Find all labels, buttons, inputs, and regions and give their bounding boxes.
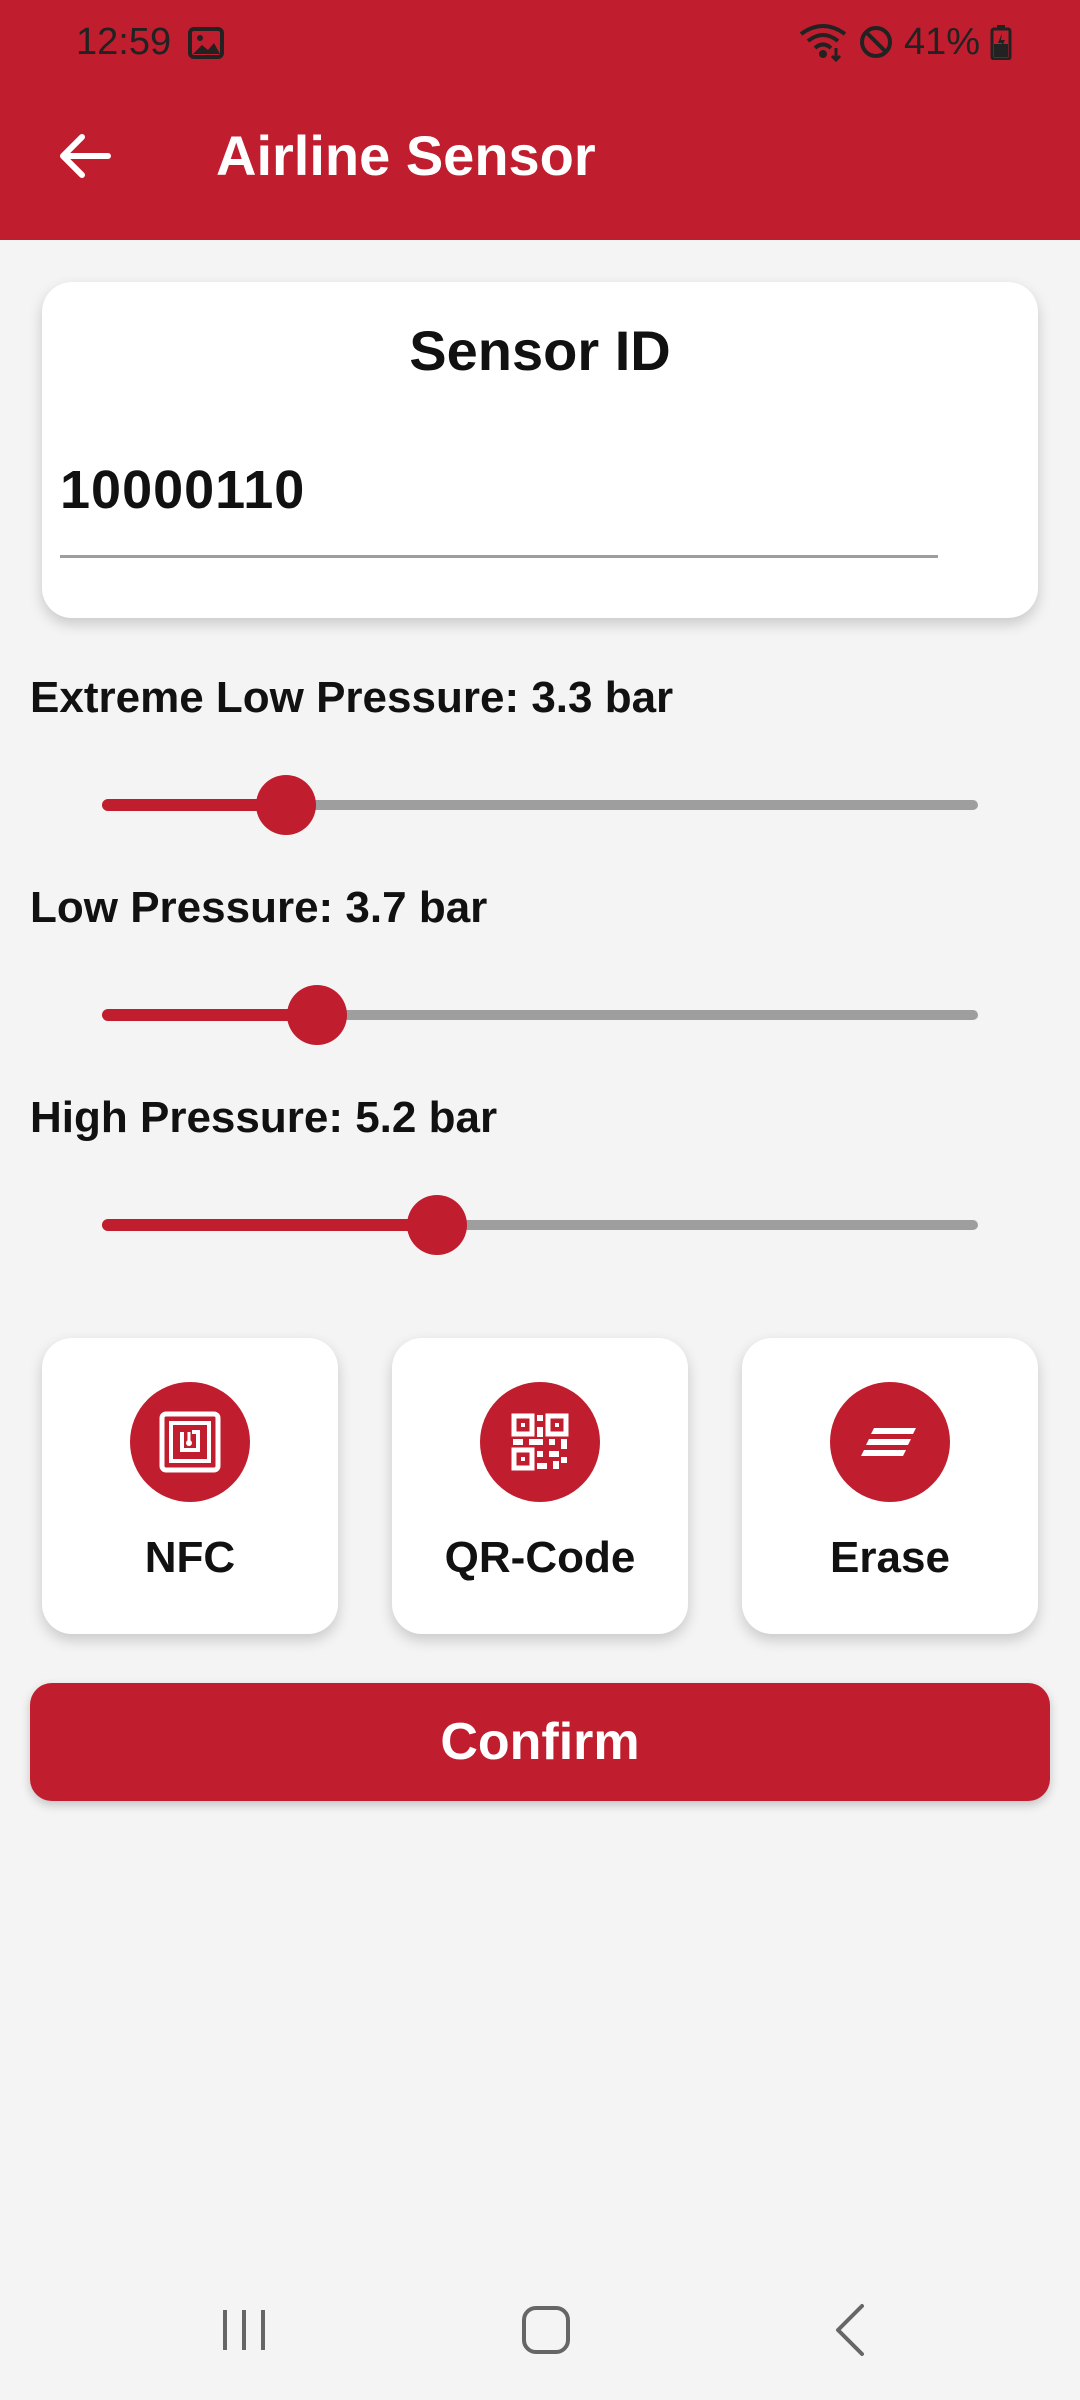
nfc-icon-circle (130, 1382, 250, 1502)
sensor-id-title: Sensor ID (409, 319, 671, 382)
erase-button[interactable]: Erase (742, 1338, 1038, 1634)
home-button[interactable] (496, 2290, 596, 2370)
page-title: Airline Sensor (216, 124, 596, 187)
low-pressure-slider[interactable] (102, 979, 978, 1049)
high-pressure-label: High Pressure: 5.2 bar (30, 1093, 498, 1142)
extreme-low-pressure-label: Extreme Low Pressure: 3.3 bar (30, 673, 674, 722)
status-time: 12:59 (76, 21, 172, 63)
back-icon (836, 2304, 864, 2356)
slider-fill (102, 1009, 317, 1021)
status-bar: 12:59 41% (0, 0, 1080, 86)
qr-code-button[interactable]: QR-Code (392, 1338, 688, 1634)
battery-percent: 41% (903, 21, 980, 63)
erase-icon-circle (830, 1382, 950, 1502)
high-pressure-slider[interactable] (102, 1189, 978, 1259)
nfc-icon (159, 1411, 221, 1473)
recents-icon (223, 2310, 265, 2350)
system-nav-bar (0, 2280, 1080, 2380)
qr-code-icon-circle (480, 1382, 600, 1502)
app-header: 12:59 41% Airline Sensor (0, 0, 1080, 240)
slider-thumb[interactable] (255, 775, 316, 835)
gallery-icon (188, 27, 224, 59)
slider-fill (102, 1219, 437, 1231)
nfc-label: NFC (144, 1533, 236, 1582)
nfc-button[interactable]: NFC (42, 1338, 338, 1634)
back-button[interactable] (50, 124, 120, 188)
low-pressure-label: Low Pressure: 3.7 bar (30, 883, 488, 932)
status-icons: 41% (798, 18, 1012, 66)
erase-icon (861, 1428, 916, 1456)
battery-charging-icon (990, 25, 1012, 60)
home-icon (522, 2306, 570, 2354)
sensor-id-input[interactable] (60, 442, 938, 538)
back-nav-button[interactable] (800, 2290, 900, 2370)
recents-button[interactable] (194, 2290, 294, 2370)
erase-label: Erase (830, 1533, 950, 1582)
qr-code-icon (511, 1413, 569, 1471)
qr-code-label: QR-Code (444, 1533, 636, 1582)
extreme-low-pressure-slider[interactable] (102, 769, 978, 839)
wifi-icon (799, 24, 847, 62)
slider-thumb[interactable] (286, 985, 347, 1045)
slider-thumb[interactable] (406, 1195, 467, 1255)
confirm-button[interactable]: Confirm (30, 1683, 1050, 1801)
arrow-left-icon (60, 134, 111, 178)
sensor-id-field[interactable] (60, 442, 938, 542)
sensor-id-underline (60, 555, 938, 558)
do-not-disturb-icon (859, 26, 892, 58)
